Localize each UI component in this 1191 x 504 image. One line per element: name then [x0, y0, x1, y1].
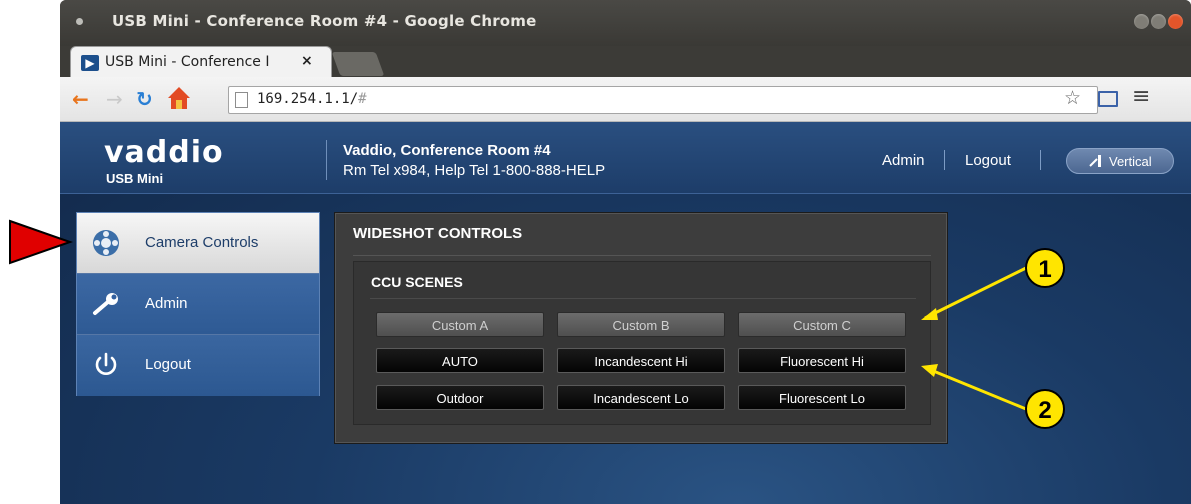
page-icon	[235, 92, 248, 108]
minimize-icon[interactable]	[1134, 14, 1149, 29]
custom-a-button[interactable]: Custom A	[376, 312, 544, 337]
new-tab-button[interactable]	[331, 52, 385, 76]
section-divider	[370, 298, 916, 299]
room-phone-info: Rm Tel x984, Help Tel 1-800-888-HELP	[343, 162, 606, 179]
browser-toolbar: ← → ↻ 169.254.1.1/# ☆ ≡	[60, 77, 1191, 122]
vaddio-favicon-icon: ▶	[81, 55, 99, 71]
ccu-scenes-section: CCU SCENES Custom A Custom B Custom C AU…	[353, 261, 931, 425]
sidebar-item-label: Admin	[145, 295, 188, 312]
vertical-layout-icon	[1089, 155, 1101, 167]
home-icon[interactable]	[166, 84, 192, 112]
wideshot-controls-panel: WIDESHOT CONTROLS CCU SCENES Custom A Cu…	[334, 212, 948, 444]
url-host: 169.254.1.1/	[257, 91, 359, 107]
url-hash: #	[358, 91, 367, 107]
custom-b-button[interactable]: Custom B	[557, 312, 725, 337]
cast-icon[interactable]	[1098, 91, 1118, 107]
incandescent-hi-button[interactable]: Incandescent Hi	[557, 348, 725, 373]
header-admin-link[interactable]: Admin	[882, 152, 925, 169]
browser-window: USB Mini - Conference Room #4 - Google C…	[60, 0, 1191, 504]
sidebar-item-admin[interactable]: Admin	[77, 274, 319, 335]
custom-c-button[interactable]: Custom C	[738, 312, 906, 337]
section-title: CCU SCENES	[371, 274, 463, 290]
title-bar[interactable]: USB Mini - Conference Room #4 - Google C…	[60, 0, 1191, 46]
address-bar[interactable]: 169.254.1.1/#	[228, 86, 1098, 114]
vaddio-logo: vaddio	[104, 135, 224, 170]
header-logout-link[interactable]: Logout	[965, 152, 1011, 169]
fluorescent-hi-button[interactable]: Fluorescent Hi	[738, 348, 906, 373]
header-divider	[326, 140, 327, 180]
sidebar-item-logout[interactable]: Logout	[77, 335, 319, 396]
close-window-icon[interactable]	[1168, 14, 1183, 29]
wrench-icon	[93, 293, 118, 315]
screenshot-stage: USB Mini - Conference Room #4 - Google C…	[0, 0, 1191, 504]
web-page: vaddio USB Mini Vaddio, Conference Room …	[60, 122, 1191, 504]
incandescent-lo-button[interactable]: Incandescent Lo	[557, 385, 725, 410]
url-text[interactable]: 169.254.1.1/#	[257, 91, 367, 107]
sidebar-item-camera-controls[interactable]: Camera Controls	[77, 213, 319, 274]
back-arrow-icon[interactable]: ←	[72, 87, 89, 111]
sidebar-item-label: Camera Controls	[145, 234, 259, 251]
camera-controls-icon	[93, 230, 119, 256]
panel-divider	[353, 255, 931, 256]
sidebar-item-label: Logout	[145, 356, 191, 373]
auto-button[interactable]: AUTO	[376, 348, 544, 373]
forward-arrow-icon[interactable]: →	[106, 87, 123, 111]
header-separator	[1040, 150, 1041, 170]
maximize-icon[interactable]	[1151, 14, 1166, 29]
bookmark-star-icon[interactable]: ☆	[1064, 87, 1081, 109]
power-icon	[95, 352, 117, 375]
tab-close-icon[interactable]: ×	[301, 53, 313, 69]
sidebar-nav: Camera Controls Admin Logout	[76, 212, 320, 396]
room-title: Vaddio, Conference Room #4	[343, 142, 551, 159]
page-header: vaddio USB Mini Vaddio, Conference Room …	[60, 122, 1191, 194]
fluorescent-lo-button[interactable]: Fluorescent Lo	[738, 385, 906, 410]
browser-tab[interactable]: ▶ USB Mini - Conference I ×	[70, 46, 332, 78]
product-name: USB Mini	[106, 171, 164, 186]
outdoor-button[interactable]: Outdoor	[376, 385, 544, 410]
panel-title: WIDESHOT CONTROLS	[353, 225, 523, 242]
vertical-button-label: Vertical	[1109, 154, 1152, 169]
chrome-menu-icon[interactable]: ≡	[1132, 84, 1150, 109]
window-controls	[1134, 14, 1183, 29]
header-separator	[944, 150, 945, 170]
reload-icon[interactable]: ↻	[136, 87, 153, 111]
tab-title: USB Mini - Conference I	[105, 54, 270, 70]
vertical-layout-button[interactable]: Vertical	[1066, 148, 1174, 174]
window-menu-icon[interactable]	[76, 18, 83, 25]
window-title: USB Mini - Conference Room #4 - Google C…	[112, 12, 537, 30]
